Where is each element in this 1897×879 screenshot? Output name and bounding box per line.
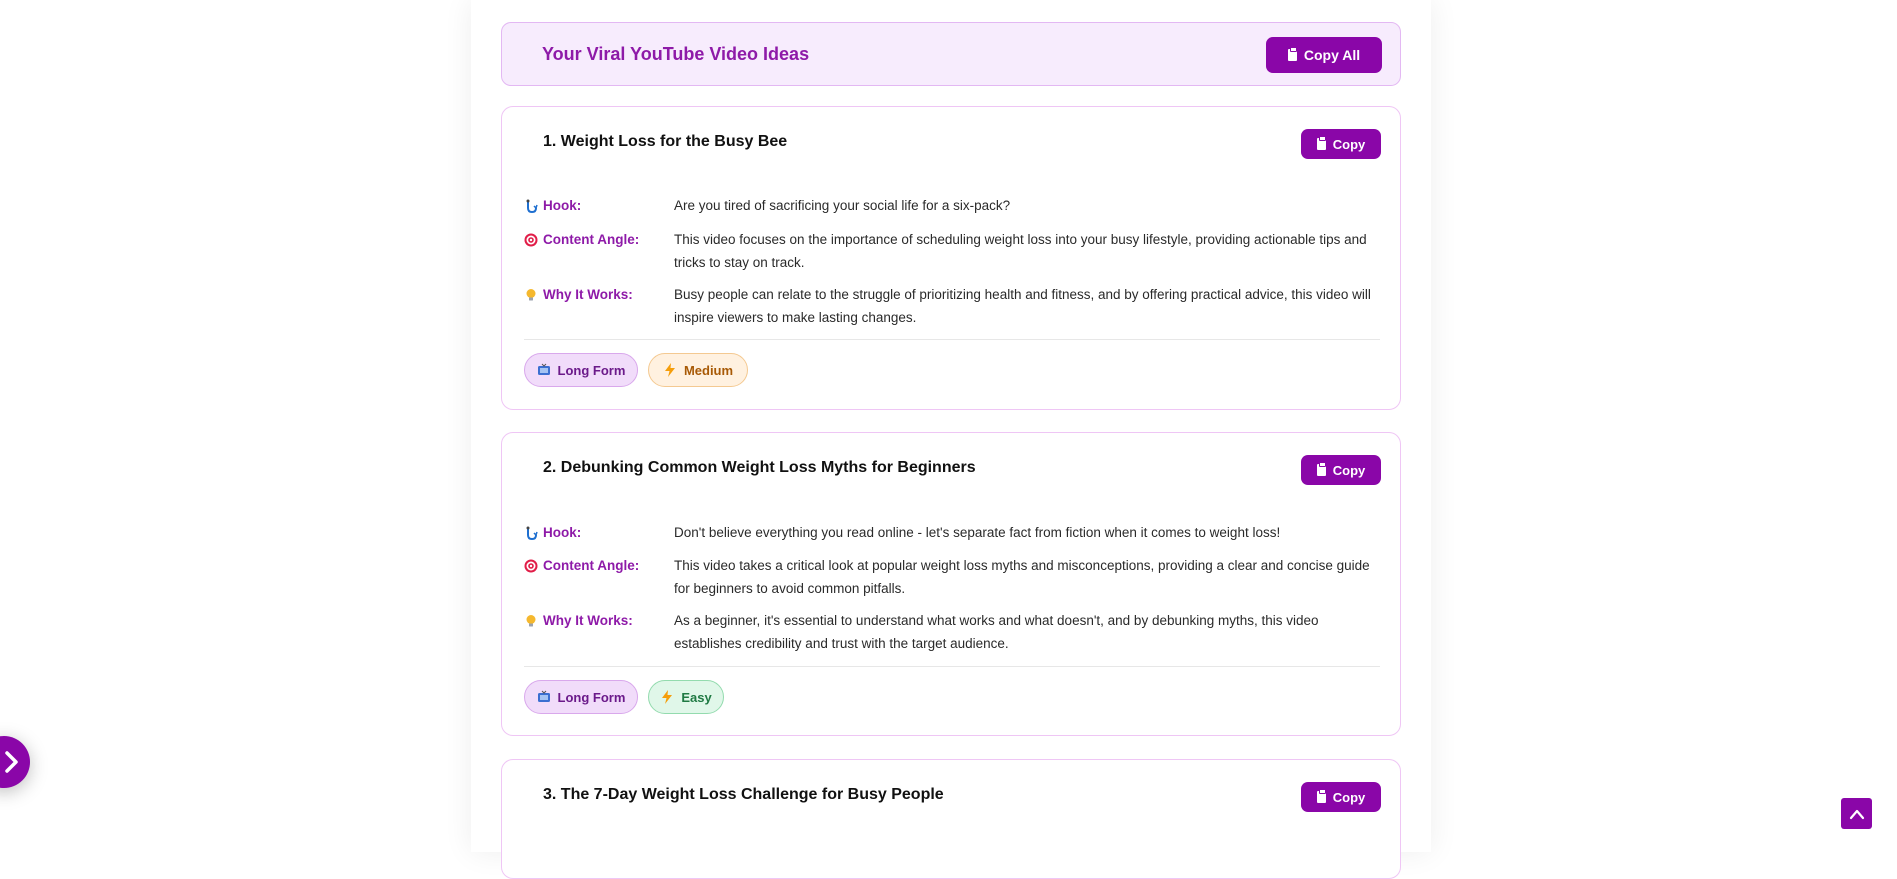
copy-label: Copy <box>1332 462 1366 478</box>
idea-title: 3. The 7-Day Weight Loss Challenge for B… <box>543 786 944 803</box>
results-header: Your Viral YouTube Video Ideas Copy All <box>501 22 1401 86</box>
tv-icon <box>537 690 550 702</box>
lightbulb-icon <box>526 288 536 300</box>
copy-button[interactable]: Copy <box>1301 782 1381 812</box>
content-angle-text: This video takes a critical look at popu… <box>674 558 1370 596</box>
clipboard-icon <box>1316 462 1326 476</box>
divider <box>524 339 1380 340</box>
format-tag: Long Form <box>524 680 638 714</box>
idea-title: 2. Debunking Common Weight Loss Myths fo… <box>543 459 976 476</box>
target-icon <box>524 559 538 572</box>
idea-title: 1. Weight Loss for the Busy Bee <box>543 133 788 150</box>
hook-text: Don't believe everything you read online… <box>674 525 1281 540</box>
idea-card: 1. Weight Loss for the Busy Bee Copy Hoo… <box>501 106 1401 410</box>
hook-text: Are you tired of sacrificing your social… <box>674 198 1011 213</box>
copy-label: Copy <box>1332 136 1366 152</box>
copy-all-button[interactable]: Copy All <box>1266 37 1382 73</box>
chevron-right-icon <box>5 751 18 773</box>
fishing-hook-icon <box>526 526 538 540</box>
hook-label: Hook: <box>524 525 674 540</box>
content-angle-label: Content Angle: <box>524 558 674 573</box>
lightbulb-icon <box>526 614 536 626</box>
chevron-up-icon <box>1849 809 1864 819</box>
content-angle-text: This video focuses on the importance of … <box>674 232 1367 270</box>
target-icon <box>524 233 538 246</box>
sidebar-toggle-button[interactable] <box>0 736 30 788</box>
difficulty-tag: Easy <box>648 680 724 714</box>
clipboard-icon <box>1316 789 1326 803</box>
page-card: Your Viral YouTube Video Ideas Copy All … <box>471 0 1431 879</box>
why-it-works-text: Busy people can relate to the struggle o… <box>674 287 1371 325</box>
tv-icon <box>537 363 550 375</box>
divider <box>524 666 1380 667</box>
clipboard-icon <box>1316 136 1326 150</box>
copy-button[interactable]: Copy <box>1301 455 1381 485</box>
scroll-to-top-button[interactable] <box>1841 798 1872 829</box>
lightning-icon <box>664 363 675 377</box>
idea-card: 2. Debunking Common Weight Loss Myths fo… <box>501 432 1401 736</box>
copy-label: Copy <box>1332 789 1366 805</box>
format-tag: Long Form <box>524 353 638 387</box>
fishing-hook-icon <box>526 199 538 213</box>
lightning-icon <box>662 690 673 704</box>
why-it-works-label: Why It Works: <box>524 613 674 628</box>
copy-button[interactable]: Copy <box>1301 129 1381 159</box>
difficulty-tag: Medium <box>648 353 748 387</box>
results-title: Your Viral YouTube Video Ideas <box>542 44 810 64</box>
copy-all-label: Copy All <box>1303 47 1361 63</box>
idea-card: 3. The 7-Day Weight Loss Challenge for B… <box>501 759 1401 879</box>
why-it-works-label: Why It Works: <box>524 287 674 302</box>
why-it-works-text: As a beginner, it's essential to underst… <box>674 613 1319 651</box>
clipboard-icon <box>1287 47 1297 61</box>
hook-label: Hook: <box>524 198 674 213</box>
content-angle-label: Content Angle: <box>524 232 674 247</box>
